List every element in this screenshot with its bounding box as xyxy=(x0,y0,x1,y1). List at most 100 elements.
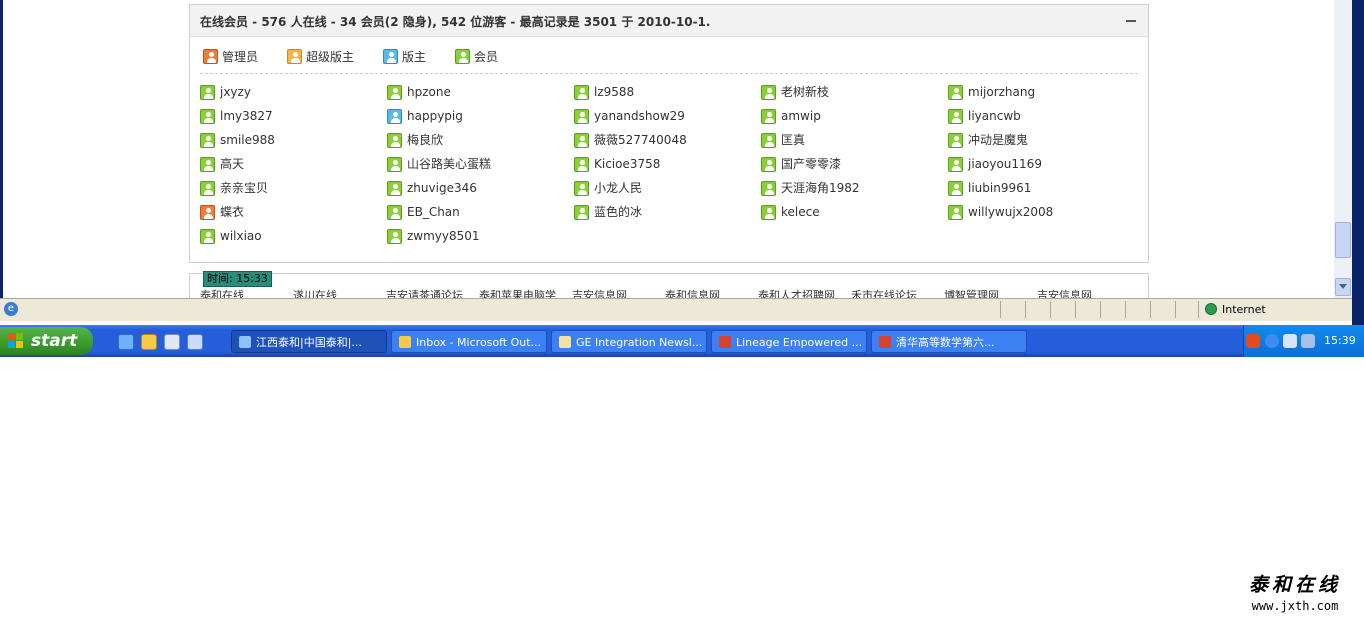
taskbar-window-button[interactable]: 清华高等数学第六... xyxy=(871,330,1027,353)
mail-icon xyxy=(559,336,571,348)
member-name-link[interactable]: jiaoyou1169 xyxy=(968,156,1042,173)
online-panel-title: 在线会员 - 576 人在线 - 34 会员(2 隐身), 542 位游客 - … xyxy=(200,15,711,29)
member-name-link[interactable]: wilxiao xyxy=(220,228,262,245)
member-name-link[interactable]: 蓝色的冰 xyxy=(594,204,642,221)
online-panel-header: 在线会员 - 576 人在线 - 34 会员(2 隐身), 542 位游客 - … xyxy=(190,5,1148,37)
collapse-icon[interactable] xyxy=(1126,20,1136,22)
member-name-link[interactable]: 高天 xyxy=(220,156,244,173)
member-name-link[interactable]: smile988 xyxy=(220,132,275,149)
status-divider xyxy=(1050,301,1051,318)
moderator-user-icon xyxy=(383,49,398,64)
friend-link[interactable]: 吉安信息网 xyxy=(1037,287,1092,298)
quick-launch-desktop-icon[interactable] xyxy=(187,334,203,350)
tray-volume-icon[interactable] xyxy=(1283,334,1297,348)
taskbar-window-label: 江西泰和|中国泰和|... xyxy=(256,336,362,349)
friend-link[interactable]: 禾市在线论坛 xyxy=(851,287,917,298)
friend-link[interactable]: 吉安请茶通论坛 xyxy=(386,287,463,298)
member-name-link[interactable]: 国产零零漆 xyxy=(781,156,841,173)
member-name-link[interactable]: 老树新枝 xyxy=(781,84,829,101)
member-name-link[interactable]: 亲亲宝贝 xyxy=(220,180,268,197)
scroll-thumb[interactable] xyxy=(1335,222,1351,258)
friend-link[interactable]: 博智管理网 xyxy=(944,287,999,298)
member-name-link[interactable]: 天涯海角1982 xyxy=(781,180,860,197)
member-user-icon xyxy=(387,157,402,172)
member-name-link[interactable]: lz9588 xyxy=(594,84,634,101)
taskbar-window-label: Inbox - Microsoft Out... xyxy=(416,336,542,349)
member-name-link[interactable]: jxyzy xyxy=(220,84,251,101)
member-user-icon xyxy=(761,109,776,124)
member-name-link[interactable]: yanandshow29 xyxy=(594,108,685,125)
taskbar-window-button[interactable]: 江西泰和|中国泰和|... xyxy=(231,330,387,353)
member-user-icon xyxy=(200,85,215,100)
member-name-link[interactable]: EB_Chan xyxy=(407,204,460,221)
friend-link[interactable]: 泰和在线 xyxy=(200,287,244,298)
member-user-icon xyxy=(574,157,589,172)
friend-links-panel: 时间: 15:33 泰和在线 遂川在线 吉安请茶通论坛 泰和苹果电脑学 吉安信息网 泰和信… xyxy=(189,271,1149,298)
friend-link[interactable]: 泰和苹果电脑学 xyxy=(479,287,556,298)
tray-expand-chevron-icon[interactable] xyxy=(1265,334,1279,348)
tray-network-icon[interactable] xyxy=(1301,334,1315,348)
member-user-icon xyxy=(948,181,963,196)
member-name-link[interactable]: 蝶衣 xyxy=(220,204,244,221)
member-name-link[interactable]: 小龙人民 xyxy=(594,180,642,197)
member-user-icon xyxy=(761,133,776,148)
member-name-link[interactable]: 山谷路美心蛋糕 xyxy=(407,156,491,173)
member-user-icon xyxy=(948,205,963,220)
member-name-link[interactable]: 冲动是魔鬼 xyxy=(968,132,1028,149)
member-name-link[interactable]: lmy3827 xyxy=(220,108,273,125)
online-members-panel: 在线会员 - 576 人在线 - 34 会员(2 隐身), 542 位游客 - … xyxy=(189,4,1149,263)
browser-window: 在线会员 - 576 人在线 - 34 会员(2 隐身), 542 位游客 - … xyxy=(0,0,1364,325)
member-name-link[interactable]: liyancwb xyxy=(968,108,1021,125)
member-name-link[interactable]: 匡真 xyxy=(781,132,805,149)
member-name-link[interactable]: Kicioe3758 xyxy=(594,156,660,173)
member-name-link[interactable]: zhuvige346 xyxy=(407,180,477,197)
member-user-icon xyxy=(200,109,215,124)
quick-launch-ie-icon[interactable] xyxy=(118,334,134,350)
taskbar-window-button[interactable]: GE Integration Newsl... xyxy=(551,330,707,353)
status-divider xyxy=(1025,301,1026,318)
friend-link[interactable]: 遂川在线 xyxy=(293,287,337,298)
quick-launch-outlook-icon[interactable] xyxy=(141,334,157,350)
time-badge: 时间: 15:33 xyxy=(203,271,272,287)
legend-label: 版主 xyxy=(402,50,427,64)
member-name-link[interactable]: 薇薇527740048 xyxy=(594,132,687,149)
friend-link[interactable]: 泰和信息网 xyxy=(665,287,720,298)
status-bar: e Internet xyxy=(0,298,1352,321)
member-user-icon xyxy=(948,109,963,124)
member-user-icon xyxy=(574,181,589,196)
member-user-icon xyxy=(200,157,215,172)
page-content: 在线会员 - 576 人在线 - 34 会员(2 隐身), 542 位游客 - … xyxy=(3,0,1334,298)
member-name-link[interactable]: liubin9961 xyxy=(968,180,1031,197)
pdf-icon xyxy=(879,336,891,348)
outlook-icon xyxy=(399,336,411,348)
member-user-icon xyxy=(948,133,963,148)
member-user-icon xyxy=(574,205,589,220)
status-divider xyxy=(1100,301,1101,318)
member-name-link[interactable]: hpzone xyxy=(407,84,451,101)
status-divider xyxy=(1198,301,1199,318)
watermark-title: 泰和在线 xyxy=(1248,574,1341,596)
sogou-input-icon[interactable] xyxy=(1246,334,1260,348)
taskbar-clock[interactable]: 15:39 xyxy=(1324,334,1356,347)
friend-link[interactable]: 泰和人才招聘网 xyxy=(758,287,835,298)
taskbar-window-button[interactable]: Lineage Empowered ... xyxy=(711,330,867,353)
member-name-link[interactable]: 梅良欣 xyxy=(407,132,443,149)
member-name-link[interactable]: zwmyy8501 xyxy=(407,228,480,245)
member-name-link[interactable]: willywujx2008 xyxy=(968,204,1053,221)
member-name-link[interactable]: amwip xyxy=(781,108,821,125)
member-user-icon xyxy=(761,181,776,196)
member-name-link[interactable]: mijorzhang xyxy=(968,84,1035,101)
pdf-icon xyxy=(719,336,731,348)
legend-label: 会员 xyxy=(474,50,499,64)
member-name-link[interactable]: kelece xyxy=(781,204,820,221)
start-button[interactable]: start xyxy=(0,327,93,355)
member-name-link[interactable]: happypig xyxy=(407,108,463,125)
taskbar-window-button[interactable]: Inbox - Microsoft Out... xyxy=(391,330,547,353)
member-user-icon xyxy=(574,85,589,100)
quick-launch-media-icon[interactable] xyxy=(164,334,180,350)
member-user-icon xyxy=(574,133,589,148)
friend-link[interactable]: 吉安信息网 xyxy=(572,287,627,298)
online-member-list: jxyzy hpzone lz9588 老树新枝 mijorzhang lmy3827 ha… xyxy=(200,84,1140,252)
scroll-down-arrow-icon[interactable] xyxy=(1335,278,1351,296)
vertical-scrollbar[interactable] xyxy=(1334,0,1352,298)
